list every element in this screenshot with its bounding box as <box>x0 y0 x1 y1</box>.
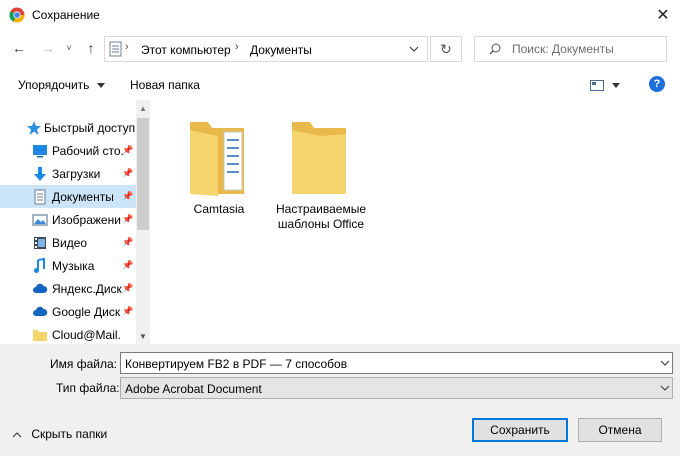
new-folder-button[interactable]: Новая папка <box>130 78 200 92</box>
filename-value: Конвертируем FB2 в PDF — 7 способов <box>125 357 348 371</box>
search-icon <box>489 43 501 55</box>
title-bar <box>0 0 680 30</box>
scrollbar-thumb[interactable] <box>137 118 149 230</box>
sidebar-item-label: Изображени <box>52 213 121 227</box>
file-name: Настраиваемые шаблоны Office <box>275 202 367 231</box>
help-button[interactable]: ? <box>649 76 665 92</box>
breadcrumb-item-this-pc[interactable]: Этот компьютер <box>141 43 231 57</box>
sidebar-item-pictures[interactable]: Изображени 📌 <box>0 208 136 231</box>
cloud-icon <box>33 306 48 316</box>
sidebar-item-label: Быстрый доступ <box>44 121 136 135</box>
breadcrumb-separator-icon: › <box>235 41 239 53</box>
caret-down-icon <box>96 83 105 89</box>
save-button[interactable]: Сохранить <box>472 418 568 442</box>
breadcrumb-separator-icon: › <box>125 41 129 53</box>
arrow-left-icon: ← <box>12 40 26 56</box>
sidebar-item-cloud-mail[interactable]: Cloud@Mail. <box>0 323 136 346</box>
sidebar-item-label: Cloud@Mail. <box>52 328 121 342</box>
organize-label: Упорядочить <box>18 78 90 92</box>
sidebar-item-label: Загрузки <box>52 167 101 181</box>
sidebar-item-label: Музыка <box>52 259 95 273</box>
breadcrumb-item-documents[interactable]: Документы <box>250 43 312 57</box>
sidebar-item-videos[interactable]: Видео 📌 <box>0 231 136 254</box>
pin-icon[interactable]: 📌 <box>122 214 133 225</box>
sidebar-item-music[interactable]: Музыка 📌 <box>0 254 136 277</box>
desktop-icon <box>33 145 47 158</box>
pin-icon[interactable]: 📌 <box>122 283 133 294</box>
sidebar-item-downloads[interactable]: Загрузки 📌 <box>0 162 136 185</box>
view-icon <box>590 80 604 91</box>
pin-icon[interactable]: 📌 <box>122 260 133 271</box>
sidebar-item-label: Видео <box>52 236 88 250</box>
caret-down-icon <box>612 83 620 88</box>
image-icon <box>32 214 48 226</box>
folder-icon <box>292 122 346 194</box>
hide-folders-label: Скрыть папки <box>31 427 108 441</box>
chevron-down-icon <box>660 385 669 391</box>
arrow-right-icon: → <box>41 40 55 56</box>
document-icon <box>34 189 46 205</box>
help-icon: ? <box>653 78 661 90</box>
close-button[interactable]: ✕ <box>646 0 680 30</box>
cloud-icon <box>33 283 48 293</box>
chevron-up-icon <box>12 432 22 438</box>
chevron-down-icon <box>660 360 669 366</box>
star-icon <box>27 121 41 135</box>
hide-folders-button[interactable]: Скрыть папки <box>12 427 107 441</box>
address-bar[interactable]: › Этот компьютер › Документы <box>104 36 428 62</box>
cancel-button[interactable]: Отмена <box>578 418 662 442</box>
filetype-label: Тип файла: <box>56 381 120 395</box>
pin-icon[interactable]: 📌 <box>122 306 133 317</box>
video-icon <box>34 237 46 249</box>
sidebar-item-desktop[interactable]: Рабочий сто. 📌 <box>0 139 136 162</box>
filename-label: Имя файла: <box>50 357 117 371</box>
chrome-icon <box>9 7 25 23</box>
file-item-office-templates[interactable]: Настраиваемые шаблоны Office <box>266 112 376 232</box>
forward-button[interactable]: → <box>38 38 58 58</box>
sidebar-item-yandex-disk[interactable]: Яндекс.Диск 📌 <box>0 277 136 300</box>
filetype-dropdown-button[interactable] <box>657 378 672 398</box>
folder-with-documents-icon <box>190 122 244 196</box>
file-item-camtasia[interactable]: Camtasia <box>164 112 274 222</box>
file-name: Camtasia <box>193 202 245 216</box>
change-view-button[interactable] <box>590 78 624 94</box>
pin-icon[interactable]: 📌 <box>122 145 133 156</box>
pin-icon[interactable]: 📌 <box>122 168 133 179</box>
music-icon <box>34 258 45 273</box>
sidebar-item-google-drive[interactable]: Google Диск 📌 <box>0 300 136 323</box>
chevron-down-icon[interactable] <box>409 46 419 52</box>
scroll-down-icon[interactable]: ▼ <box>136 328 150 344</box>
document-location-icon <box>109 41 122 57</box>
filetype-value: Adobe Acrobat Document <box>125 382 262 396</box>
back-button[interactable]: ← <box>9 38 29 58</box>
close-icon: ✕ <box>656 7 670 24</box>
filename-dropdown-button[interactable] <box>657 353 672 373</box>
refresh-button[interactable]: ↻ <box>430 36 462 62</box>
sidebar-item-label: Документы <box>52 190 114 204</box>
pin-icon[interactable]: 📌 <box>122 237 133 248</box>
scroll-up-icon[interactable]: ▲ <box>136 100 150 116</box>
arrow-up-icon: ↑ <box>87 40 95 56</box>
sidebar-item-label: Яндекс.Диск <box>52 282 122 296</box>
recent-locations-button[interactable]: ˅ <box>62 38 76 58</box>
search-placeholder: Поиск: Документы <box>512 42 614 56</box>
chevron-down-icon: ˅ <box>66 43 72 53</box>
refresh-icon: ↻ <box>440 40 452 57</box>
sidebar-item-documents[interactable]: Документы 📌 <box>0 185 136 208</box>
sidebar-item-label: Google Диск <box>52 305 121 319</box>
pin-icon[interactable]: 📌 <box>122 191 133 202</box>
organize-button[interactable]: Упорядочить <box>18 78 105 92</box>
folder-icon <box>33 330 47 341</box>
download-icon <box>34 167 46 181</box>
window-title: Сохранение <box>32 8 100 22</box>
sidebar-item-label: Рабочий сто. <box>52 144 124 158</box>
sidebar-item-quick-access[interactable]: Быстрый доступ <box>0 116 136 139</box>
up-button[interactable]: ↑ <box>81 38 101 58</box>
navigation-pane: Быстрый доступ Рабочий сто. 📌 Загрузки 📌… <box>0 100 150 344</box>
